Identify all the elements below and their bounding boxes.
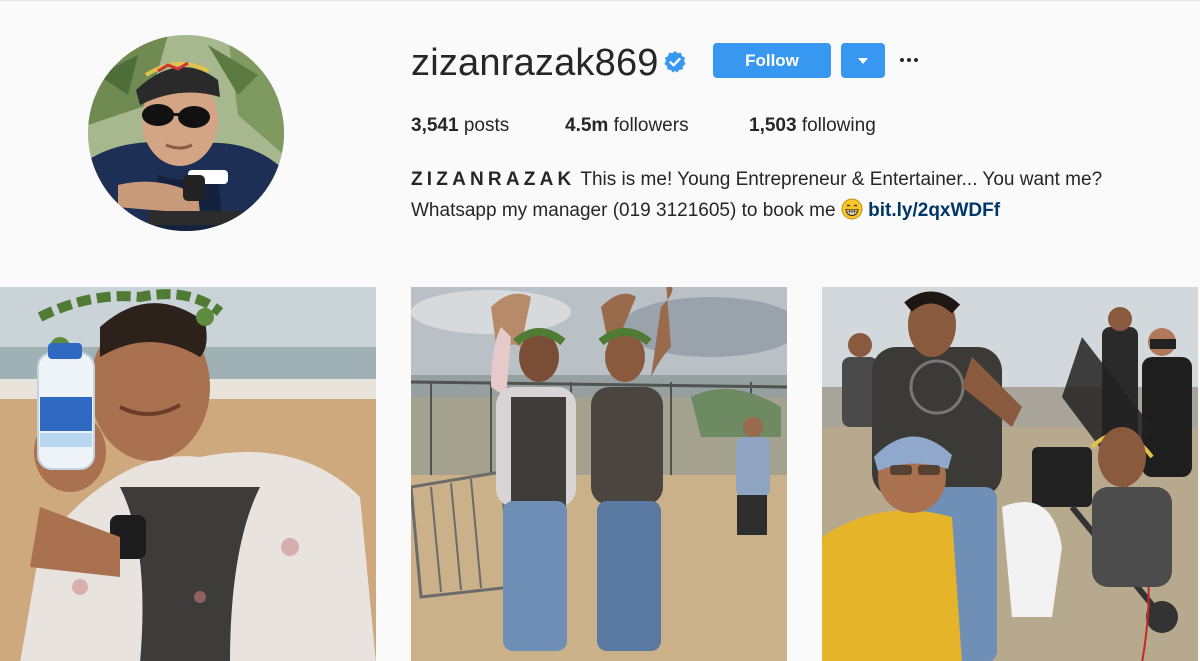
top-divider	[0, 0, 1200, 1]
caret-down-icon	[858, 58, 868, 64]
post-thumbnail[interactable]	[411, 287, 787, 661]
followers-stat[interactable]: 4.5m followers	[565, 113, 689, 139]
posts-stat: 3,541 posts	[411, 113, 509, 139]
bio-line-1: ZIZANRAZAK This is me! Young Entrepreneu…	[411, 164, 1171, 195]
bio-text-line1: This is me! Young Entrepreneur & Enterta…	[580, 169, 1103, 190]
suggested-dropdown-button[interactable]	[841, 43, 885, 78]
posts-label: posts	[463, 115, 510, 136]
verified-badge-icon	[664, 51, 686, 73]
bio-text-line2: Whatsapp my manager (019 3121605) to boo…	[411, 200, 836, 221]
posts-count: 3,541	[411, 115, 459, 136]
post-thumbnail[interactable]	[0, 287, 376, 661]
grinning-face-emoji-icon	[841, 198, 863, 220]
profile-username: zizanrazak869	[411, 42, 659, 84]
more-options-button[interactable]	[896, 47, 922, 73]
avatar-photo	[88, 35, 284, 231]
following-stat[interactable]: 1,503 following	[749, 113, 876, 139]
followers-label: followers	[613, 115, 689, 136]
follow-button[interactable]: Follow	[713, 43, 831, 78]
post-image-film-crew	[822, 287, 1198, 661]
profile-avatar[interactable]	[88, 35, 284, 231]
followers-count: 4.5m	[565, 115, 609, 136]
following-count: 1,503	[749, 115, 797, 136]
profile-page: zizanrazak869 Follow 3,541 posts 4.5m fo…	[0, 0, 1200, 661]
bio-external-link[interactable]: bit.ly/2qxWDFf	[868, 200, 1000, 221]
profile-bio: ZIZANRAZAK This is me! Young Entrepreneu…	[411, 164, 1171, 226]
following-label: following	[801, 115, 876, 136]
post-image-beach-calpis	[0, 287, 376, 661]
post-image-heart-arms	[411, 287, 787, 661]
bio-full-name: ZIZANRAZAK	[411, 169, 576, 190]
bio-line-2: Whatsapp my manager (019 3121605) to boo…	[411, 195, 1171, 226]
post-thumbnail[interactable]	[822, 287, 1198, 661]
